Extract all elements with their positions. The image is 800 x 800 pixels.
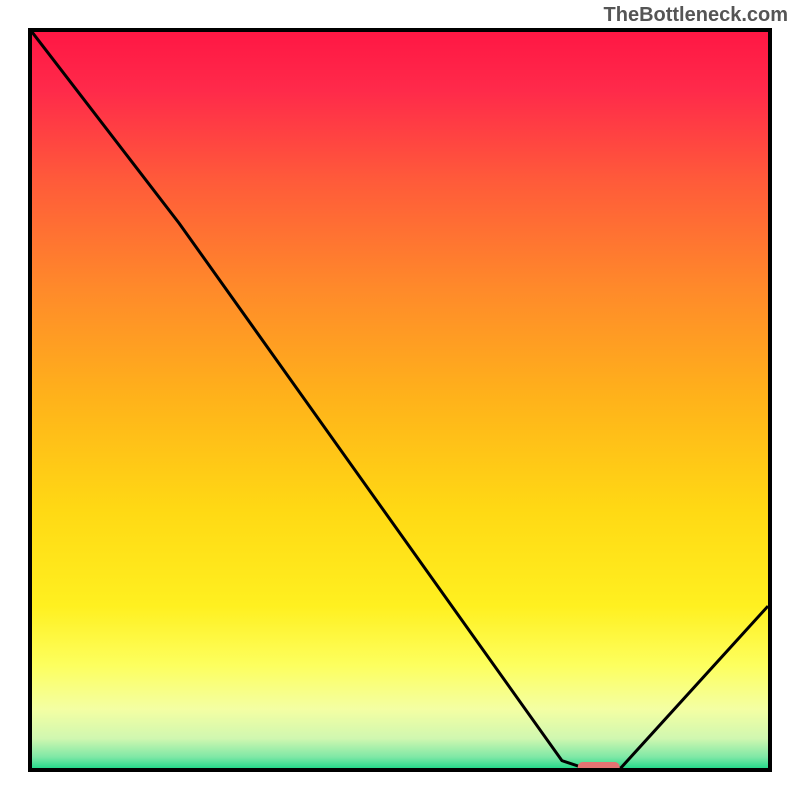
optimal-marker xyxy=(578,762,620,768)
watermark-text: TheBottleneck.com xyxy=(604,4,788,27)
gradient-background xyxy=(32,32,768,768)
chart-svg xyxy=(32,32,768,768)
chart-frame xyxy=(28,28,772,772)
